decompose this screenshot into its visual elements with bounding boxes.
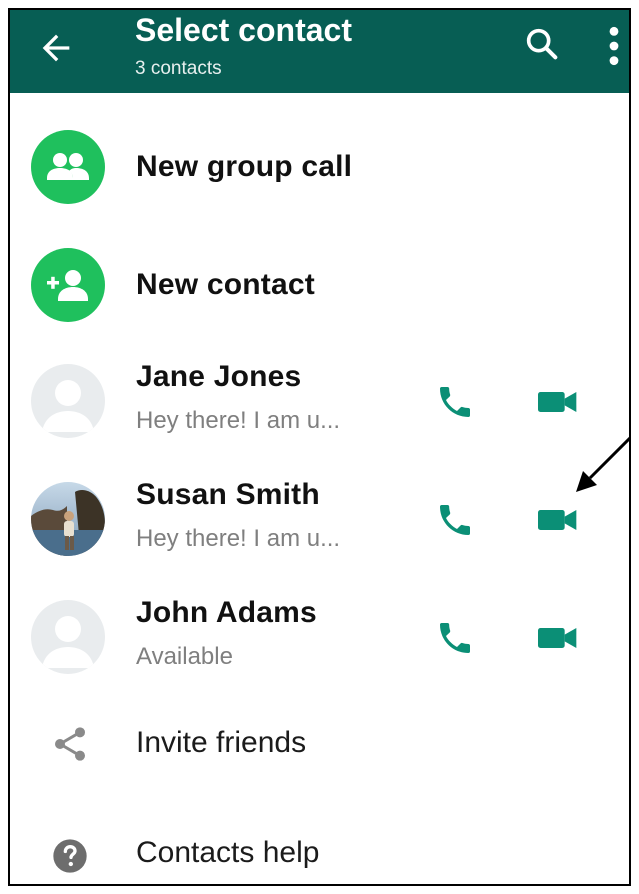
new-group-call-row[interactable]: New group call [10,118,629,218]
contact-name: John Adams [136,596,317,629]
new-group-call-label: New group call [136,150,353,183]
contact-row[interactable]: Susan Smith Hey there! I am u... [10,468,629,578]
phone-icon[interactable] [435,500,475,540]
page-title: Select contact [135,12,352,48]
more-vert-icon[interactable] [602,24,626,68]
default-avatar-icon [31,600,105,674]
search-icon[interactable] [522,24,562,64]
back-arrow-icon[interactable] [36,28,76,68]
contact-status: Hey there! I am u... [136,407,341,434]
phone-icon[interactable] [435,618,475,658]
contacts-help-row[interactable]: Contacts help [10,824,629,884]
contact-row[interactable]: Jane Jones Hey there! I am u... [10,350,629,460]
app-bar: Select contact 3 contacts [10,10,629,93]
contact-count: 3 contacts [135,58,222,79]
contact-status: Hey there! I am u... [136,525,341,552]
phone-icon[interactable] [435,382,475,422]
new-contact-row[interactable]: New contact [10,236,629,336]
video-call-icon[interactable] [534,500,582,540]
share-icon [55,727,85,761]
video-call-icon[interactable] [534,382,582,422]
video-call-icon[interactable] [534,618,582,658]
invite-friends-row[interactable]: Invite friends [10,710,629,780]
new-contact-label: New contact [136,268,315,301]
help-icon [53,839,87,873]
contacts-help-label: Contacts help [136,836,320,869]
contact-row[interactable]: John Adams Available [10,586,629,696]
invite-friends-label: Invite friends [136,726,307,759]
contact-status: Available [136,643,233,670]
group-icon [31,130,105,204]
photo-avatar-icon [31,482,105,556]
contact-name: Susan Smith [136,478,320,511]
add-person-icon [31,248,105,322]
contact-name: Jane Jones [136,360,302,393]
screen-frame: Select contact 3 contacts New group call [8,8,631,886]
default-avatar-icon [31,364,105,438]
